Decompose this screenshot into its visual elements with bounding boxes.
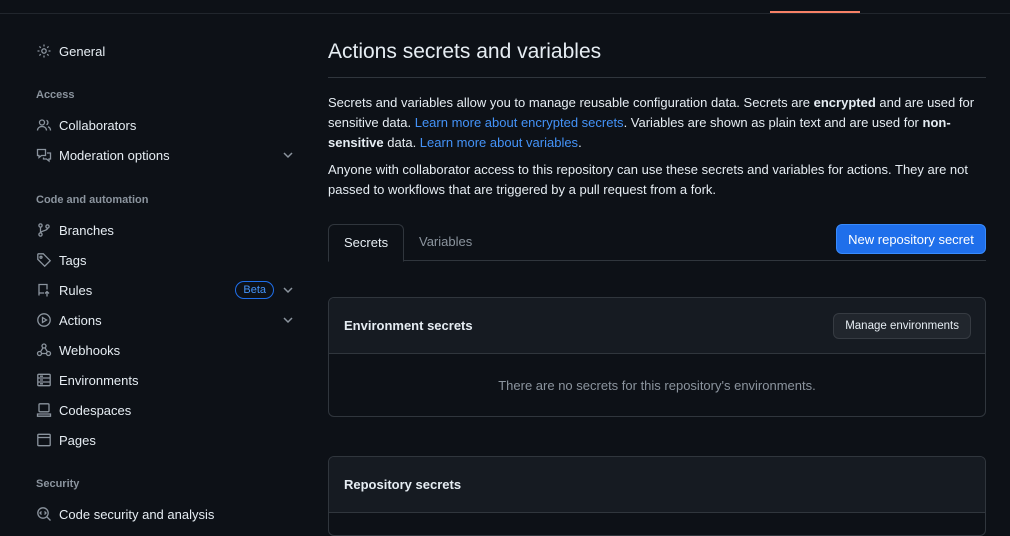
codespaces-icon — [36, 402, 52, 418]
chevron-down-icon[interactable] — [280, 282, 296, 298]
sidebar-item-label: Tags — [59, 252, 87, 268]
active-tab-underline — [770, 11, 860, 13]
sidebar-item-label: Collaborators — [59, 117, 137, 133]
sidebar-heading-code-automation: Code and automation — [36, 194, 149, 206]
box-header: Environment secrets Manage environments — [329, 298, 985, 354]
new-repository-secret-button[interactable]: New repository secret — [836, 224, 986, 254]
intro-text: . — [578, 135, 582, 150]
box-header: Repository secrets — [329, 457, 985, 513]
sidebar-item-tags[interactable]: Tags — [24, 245, 304, 275]
sidebar-item-general[interactable]: General — [24, 36, 304, 66]
server-icon — [36, 372, 52, 388]
people-icon — [36, 117, 52, 133]
intro-text: . Variables are shown as plain text and … — [623, 115, 923, 130]
play-icon — [36, 312, 52, 328]
sidebar-item-branches[interactable]: Branches — [24, 215, 304, 245]
sidebar-item-code-security[interactable]: Code security and analysis — [24, 499, 304, 529]
divider — [328, 77, 986, 78]
comment-discussion-icon — [36, 147, 52, 163]
sidebar-item-label: Environments — [59, 372, 139, 388]
sidebar-item-label: Code security and analysis — [59, 506, 215, 522]
webhook-icon — [36, 342, 52, 358]
collaborator-notice: Anyone with collaborator access to this … — [328, 162, 968, 197]
codescan-icon — [36, 506, 52, 522]
sidebar-item-environments[interactable]: Environments — [24, 365, 304, 395]
sidebar-item-label: Webhooks — [59, 342, 121, 358]
chevron-down-icon[interactable] — [280, 312, 296, 328]
sidebar-heading-security: Security — [36, 478, 80, 490]
sidebar-item-rules[interactable]: Rules Beta — [24, 275, 304, 305]
intro-emphasis: encrypted — [813, 95, 876, 110]
sidebar-item-collaborators[interactable]: Collaborators — [24, 110, 304, 140]
repository-secrets-title: Repository secrets — [344, 477, 462, 492]
sidebar-item-label: General — [59, 43, 106, 59]
sidebar-heading-access: Access — [36, 89, 75, 101]
sidebar-item-label: Pages — [59, 432, 96, 448]
beta-badge: Beta — [235, 281, 274, 299]
sidebar-item-label: Actions — [59, 312, 102, 328]
gear-icon — [36, 43, 52, 59]
page-title: Actions secrets and variables — [328, 40, 602, 63]
chevron-down-icon[interactable] — [280, 147, 296, 163]
intro-paragraph: Secrets and variables allow you to manag… — [328, 93, 986, 153]
top-navigation-bar — [0, 0, 1010, 14]
intro-text: Secrets and variables allow you to manag… — [328, 95, 814, 110]
sidebar-item-webhooks[interactable]: Webhooks — [24, 335, 304, 365]
settings-sidebar: General Access Collaborators Moderation … — [0, 14, 310, 530]
tab-variables[interactable]: Variables — [404, 224, 487, 261]
sidebar-item-moderation[interactable]: Moderation options — [24, 140, 304, 170]
git-branch-icon — [36, 222, 52, 238]
tag-icon — [36, 252, 52, 268]
sidebar-item-label: Rules — [59, 282, 93, 298]
sidebar-item-pages[interactable]: Pages — [24, 425, 304, 455]
manage-environments-button[interactable]: Manage environments — [833, 313, 971, 339]
encrypted-secrets-link[interactable]: Learn more about encrypted secrets — [415, 115, 624, 130]
environment-secrets-title: Environment secrets — [344, 318, 473, 333]
browser-icon — [36, 432, 52, 448]
sidebar-item-codespaces[interactable]: Codespaces — [24, 395, 304, 425]
intro-text: data. — [383, 135, 420, 150]
environment-secrets-box: Environment secrets Manage environments … — [328, 297, 986, 417]
tab-secrets[interactable]: Secrets — [328, 224, 405, 262]
variables-link[interactable]: Learn more about variables — [420, 135, 578, 150]
environment-secrets-empty: There are no secrets for this repository… — [498, 377, 816, 393]
repository-secrets-box: Repository secrets — [328, 456, 986, 536]
sidebar-item-actions[interactable]: Actions — [24, 305, 304, 335]
sidebar-item-label: Codespaces — [59, 402, 132, 418]
sidebar-item-label: Moderation options — [59, 147, 170, 163]
sidebar-item-label: Branches — [59, 222, 114, 238]
repo-push-icon — [36, 282, 52, 298]
